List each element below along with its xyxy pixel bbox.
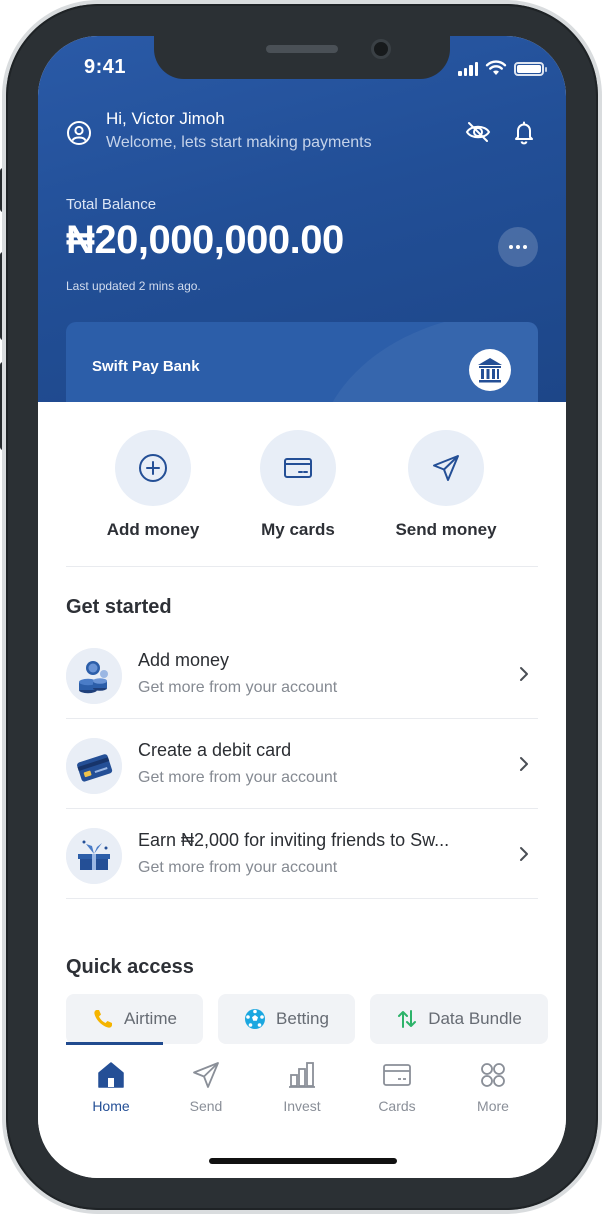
signal-icon — [458, 62, 478, 76]
plus-circle-icon — [139, 454, 167, 482]
betting-label: Betting — [276, 1009, 329, 1028]
chevron-right-icon — [520, 847, 528, 861]
eye-off-icon[interactable] — [464, 118, 492, 146]
front-camera — [371, 39, 391, 59]
more-options-button[interactable] — [498, 227, 538, 267]
my-cards-button[interactable] — [260, 430, 336, 506]
list-divider — [66, 808, 538, 809]
get-started-item-subtitle: Get more from your account — [138, 769, 338, 786]
grid-circles-icon — [481, 1063, 505, 1087]
data-bundle-chip[interactable]: Data Bundle — [370, 994, 548, 1044]
get-started-item-title: Add money — [138, 650, 230, 670]
card-icon — [383, 1064, 411, 1086]
balance-label: Total Balance — [66, 196, 157, 213]
status-time: 9:41 — [84, 56, 127, 78]
chevron-right-icon — [520, 757, 528, 771]
get-started-item-subtitle: Get more from your account — [138, 859, 338, 876]
tab-send-label: Send — [189, 1098, 223, 1114]
get-started-item-title: Create a debit card — [138, 740, 292, 760]
bar-chart-icon — [289, 1062, 315, 1088]
get-started-item-invite[interactable]: Earn ₦2,000 for inviting friends to Sw..… — [66, 814, 538, 904]
balance-amount: ₦20,000,000.00 — [66, 218, 344, 262]
tab-invest[interactable]: Invest — [254, 1060, 350, 1114]
user-circle-icon[interactable] — [66, 120, 92, 146]
my-cards-label: My cards — [261, 520, 335, 539]
add-money-button[interactable] — [115, 430, 191, 506]
my-cards-action[interactable]: My cards — [223, 430, 373, 540]
send-icon — [193, 1062, 219, 1088]
status-icons — [458, 60, 547, 76]
list-divider — [66, 898, 538, 899]
get-started-item-subtitle: Get more from your account — [138, 679, 338, 696]
get-started-item-add-money[interactable]: Add money Get more from your account — [66, 634, 538, 724]
battery-icon — [514, 62, 547, 76]
bank-card[interactable]: Swift Pay Bank — [66, 322, 538, 402]
list-divider — [66, 718, 538, 719]
app-screen: 9:41 Hi, Victor Jimoh Welcome, lets star… — [38, 36, 566, 1178]
header-actions — [464, 118, 538, 146]
phone-notch — [154, 36, 450, 79]
betting-chip[interactable]: Betting — [218, 994, 355, 1044]
send-money-label: Send money — [395, 520, 497, 539]
airtime-chip[interactable]: Airtime — [66, 994, 203, 1044]
quick-access-title: Quick access — [66, 956, 194, 978]
greeting-text: Hi, Victor Jimoh — [106, 109, 225, 128]
gift-illustration — [66, 828, 122, 884]
quick-access-row: Airtime Betting Data Bundle — [66, 994, 566, 1046]
up-down-arrows-icon — [398, 1010, 417, 1028]
wifi-icon — [485, 60, 507, 75]
tab-more-label: More — [477, 1098, 509, 1114]
airtime-label: Airtime — [124, 1009, 177, 1028]
home-indicator[interactable] — [209, 1158, 397, 1164]
tab-invest-label: Invest — [283, 1098, 321, 1114]
coins-illustration — [66, 648, 122, 704]
user-greeting: Hi, Victor Jimoh Welcome, lets start mak… — [66, 108, 372, 156]
send-money-button[interactable] — [408, 430, 484, 506]
section-divider — [66, 566, 538, 567]
soccer-ball-icon — [245, 1009, 266, 1029]
add-money-action[interactable]: Add money — [78, 430, 228, 540]
bank-building-icon — [469, 349, 511, 391]
send-money-action[interactable]: Send money — [371, 430, 521, 540]
phone-icon — [94, 1010, 113, 1028]
speaker — [266, 45, 338, 53]
balance-updated: Last updated 2 mins ago. — [66, 279, 201, 293]
get-started-item-title: Earn ₦2,000 for inviting friends to Sw..… — [138, 830, 450, 850]
active-chip-indicator — [66, 1042, 163, 1045]
card-icon — [284, 458, 312, 478]
tab-home[interactable]: Home — [63, 1060, 159, 1114]
chevron-right-icon — [520, 667, 528, 681]
get-started-title: Get started — [66, 596, 172, 618]
balance-header: 9:41 Hi, Victor Jimoh Welcome, lets star… — [38, 36, 566, 402]
tab-cards-label: Cards — [378, 1098, 416, 1114]
tab-home-label: Home — [92, 1098, 130, 1114]
tab-cards[interactable]: Cards — [349, 1060, 445, 1114]
bell-icon[interactable] — [510, 118, 538, 146]
welcome-text: Welcome, lets start making payments — [106, 134, 372, 151]
get-started-item-debit-card[interactable]: Create a debit card Get more from your a… — [66, 724, 538, 814]
debit-card-illustration — [66, 738, 122, 794]
home-icon — [98, 1062, 124, 1088]
tab-send[interactable]: Send — [158, 1060, 254, 1114]
bank-name: Swift Pay Bank — [92, 358, 200, 375]
tab-more[interactable]: More — [445, 1060, 541, 1114]
data-bundle-label: Data Bundle — [428, 1009, 522, 1028]
add-money-label: Add money — [106, 520, 200, 539]
send-icon — [433, 455, 459, 481]
